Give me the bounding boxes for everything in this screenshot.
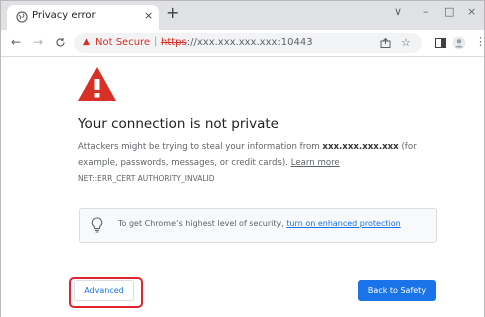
address-bar[interactable]: ▲ Not Secure | https://xxx.xxx.xxx.xxx:1… xyxy=(74,33,422,53)
star-icon[interactable]: ☆ xyxy=(401,36,411,49)
profile-icon[interactable] xyxy=(452,36,466,50)
toolbar: ← → ▲ Not Secure | https://xxx.xxx.xxx.x… xyxy=(1,30,485,57)
tab-privacy-error[interactable]: Privacy error × xyxy=(7,5,159,30)
page-heading: Your connection is not private xyxy=(78,116,279,132)
warning-description: Attackers might be trying to steal your … xyxy=(78,142,417,168)
divider: | xyxy=(154,36,158,47)
back-to-safety-button[interactable]: Back to Safety xyxy=(358,280,436,301)
forward-arrow-icon[interactable]: → xyxy=(33,35,43,49)
window-close-icon[interactable]: × xyxy=(467,5,476,18)
learn-more-link[interactable]: Learn more xyxy=(291,158,340,168)
back-arrow-icon[interactable]: ← xyxy=(11,35,21,49)
security-text: To get Chrome’s highest level of securit… xyxy=(118,219,401,228)
advanced-button[interactable]: Advanced xyxy=(74,280,134,301)
browser-window: Privacy error × + ∨ – □ × ← → ▲ Not Secu… xyxy=(0,0,485,317)
enhanced-protection-banner: To get Chrome’s highest level of securit… xyxy=(79,208,437,243)
globe-icon xyxy=(16,11,28,23)
side-panel-icon[interactable] xyxy=(435,38,446,48)
url-text[interactable]: https://xxx.xxx.xxx.xxx:10443 xyxy=(161,37,313,48)
tab-title: Privacy error xyxy=(32,10,96,21)
tab-close-icon[interactable]: × xyxy=(144,9,153,22)
share-icon[interactable] xyxy=(380,38,391,48)
error-code: NET::ERR_CERT AUTHORITY_INVALID xyxy=(78,174,215,183)
minimize-icon[interactable]: – xyxy=(423,5,429,18)
tab-strip: Privacy error × + ∨ – □ × xyxy=(1,1,484,30)
new-tab-icon[interactable]: + xyxy=(166,3,179,22)
host-name: xxx.xxx.xxx.xxx xyxy=(322,142,399,152)
interstitial-page: Your connection is not private Attackers… xyxy=(1,57,484,317)
not-secure-label[interactable]: Not Secure xyxy=(95,37,150,48)
reload-icon[interactable] xyxy=(55,37,66,48)
warning-icon: ▲ xyxy=(83,37,90,47)
menu-icon[interactable]: ⋮ xyxy=(475,35,485,48)
warning-triangle-icon xyxy=(78,67,116,101)
enhanced-protection-link[interactable]: turn on enhanced protection xyxy=(286,219,400,228)
lightbulb-icon xyxy=(91,217,103,233)
tab-search-icon[interactable]: ∨ xyxy=(394,5,402,18)
maximize-icon[interactable]: □ xyxy=(444,5,454,18)
